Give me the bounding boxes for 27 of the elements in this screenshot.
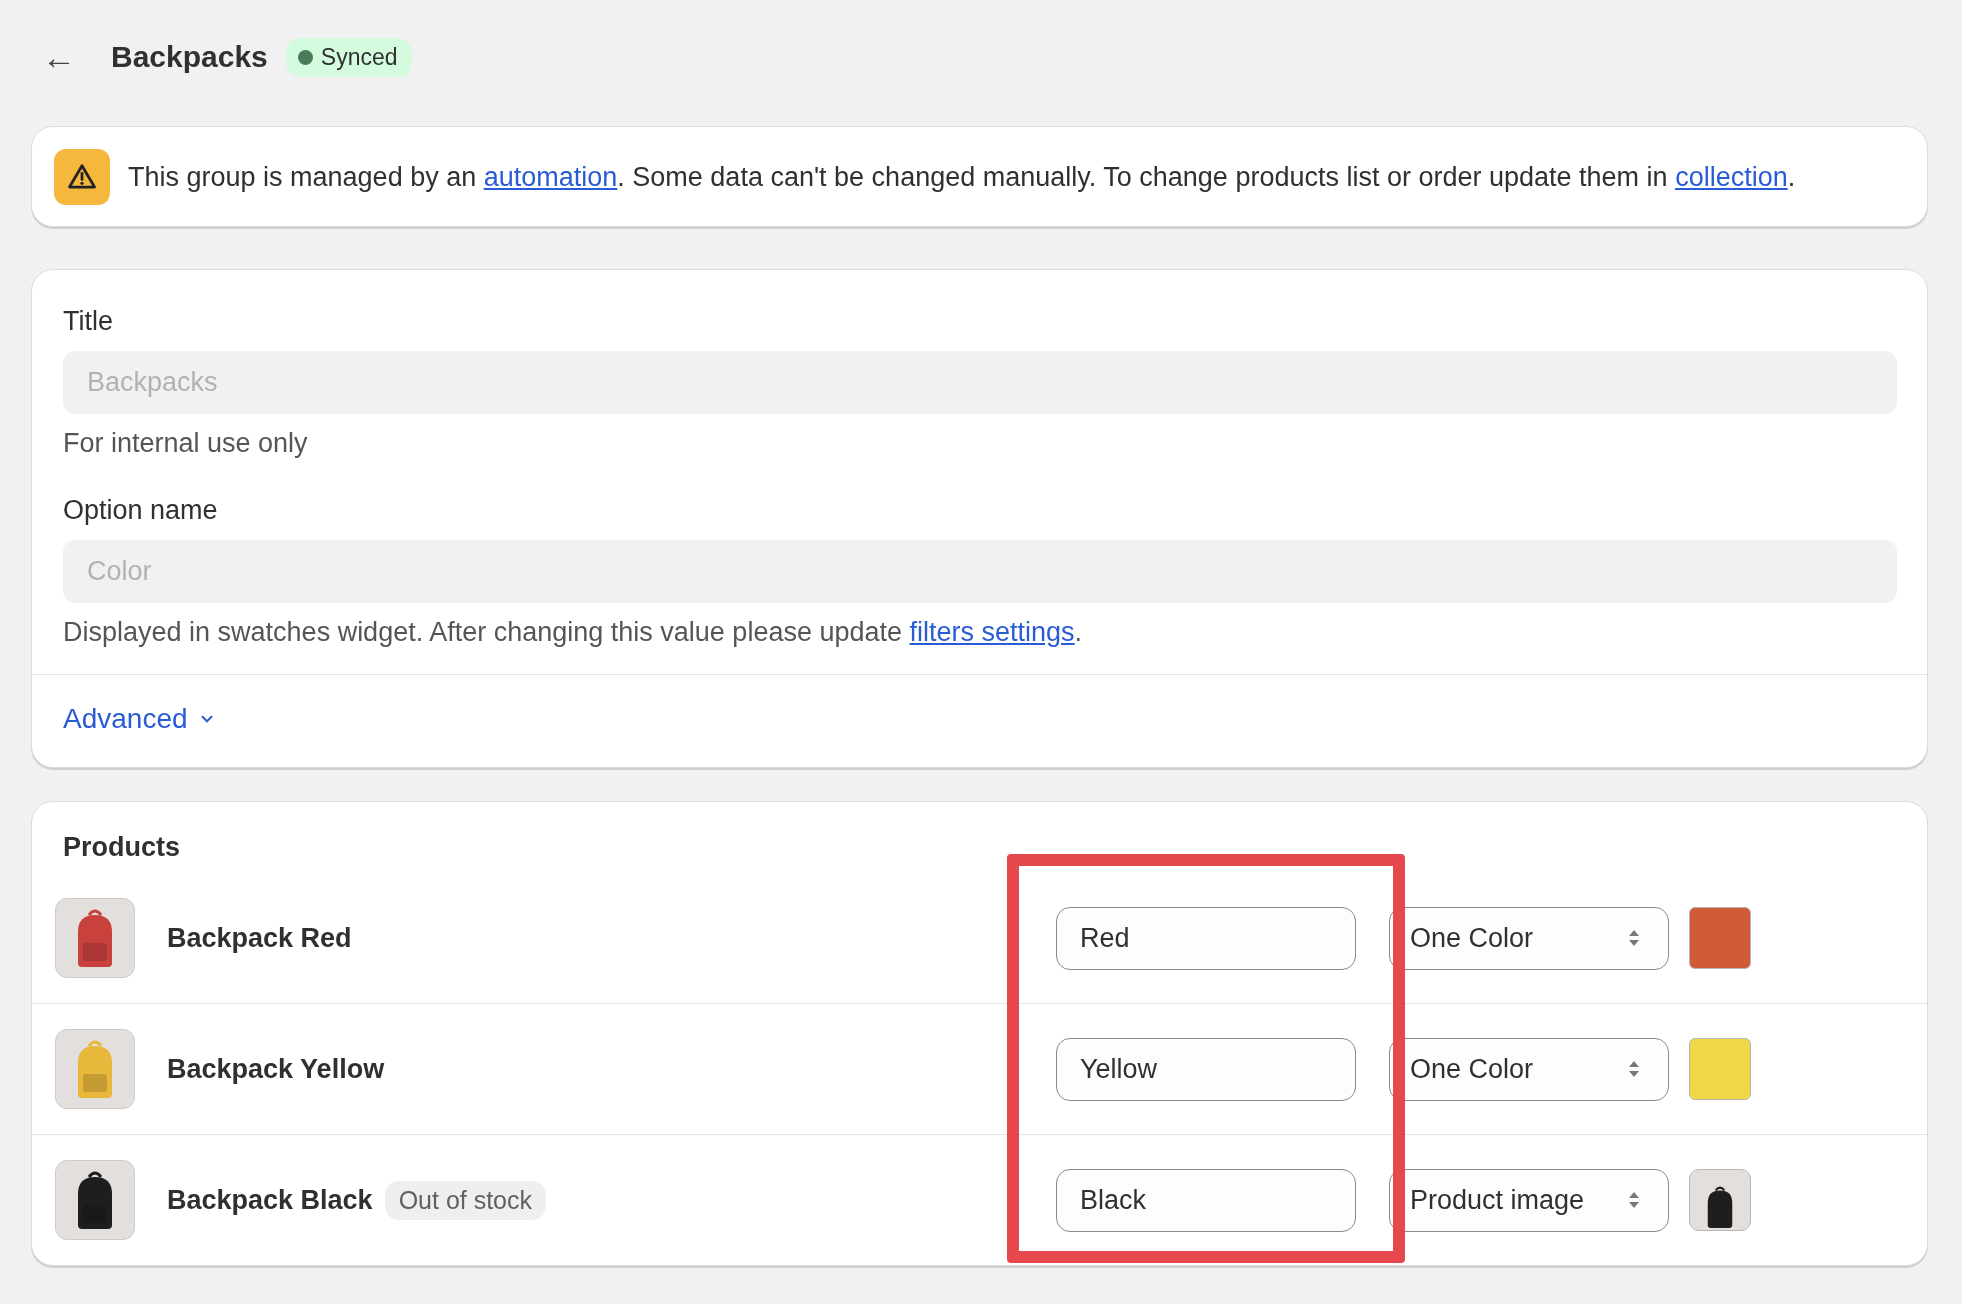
backpack-swatch[interactable] bbox=[1689, 1169, 1751, 1231]
advanced-toggle[interactable]: Advanced bbox=[63, 703, 216, 735]
option-value-field[interactable]: Red bbox=[1056, 906, 1356, 970]
help-link[interactable]: filters settings bbox=[909, 617, 1075, 647]
stock-badge: Out of stock bbox=[384, 1180, 547, 1220]
product-name: Backpack Black bbox=[167, 1184, 373, 1216]
product-name: Backpack Yellow bbox=[167, 1053, 385, 1085]
field-label: Title bbox=[63, 306, 114, 337]
color-swatch[interactable] bbox=[1689, 907, 1751, 969]
notice-text: This group is managed by an automation. Some data can't be changed manually. To change products list or order update them in collection. bbox=[128, 161, 1796, 193]
option-value-field[interactable]: Black bbox=[1056, 1168, 1356, 1232]
swatch-type-select[interactable]: One Color bbox=[1389, 906, 1669, 970]
product-name: Backpack Red bbox=[167, 922, 352, 954]
notice-link[interactable]: collection bbox=[1675, 161, 1788, 192]
back-button[interactable]: ← bbox=[42, 37, 92, 77]
color-swatch[interactable] bbox=[1689, 1038, 1751, 1100]
notice-link[interactable]: automation bbox=[483, 161, 618, 192]
status-label: Synced bbox=[320, 43, 398, 71]
help-text: Displayed in swatches widget. After changing this value please update filters settings. bbox=[63, 617, 1084, 648]
warning-icon bbox=[54, 149, 110, 205]
swatch-type-select[interactable]: One Color bbox=[1389, 1037, 1669, 1101]
swatch-type-select[interactable]: Product image bbox=[1389, 1168, 1669, 1232]
page-title: Backpacks bbox=[111, 40, 268, 74]
field-label: Option name bbox=[63, 495, 219, 526]
help-text: For internal use only bbox=[63, 428, 309, 459]
option-value-field[interactable]: Yellow bbox=[1056, 1037, 1356, 1101]
section-heading: Products bbox=[62, 832, 182, 863]
